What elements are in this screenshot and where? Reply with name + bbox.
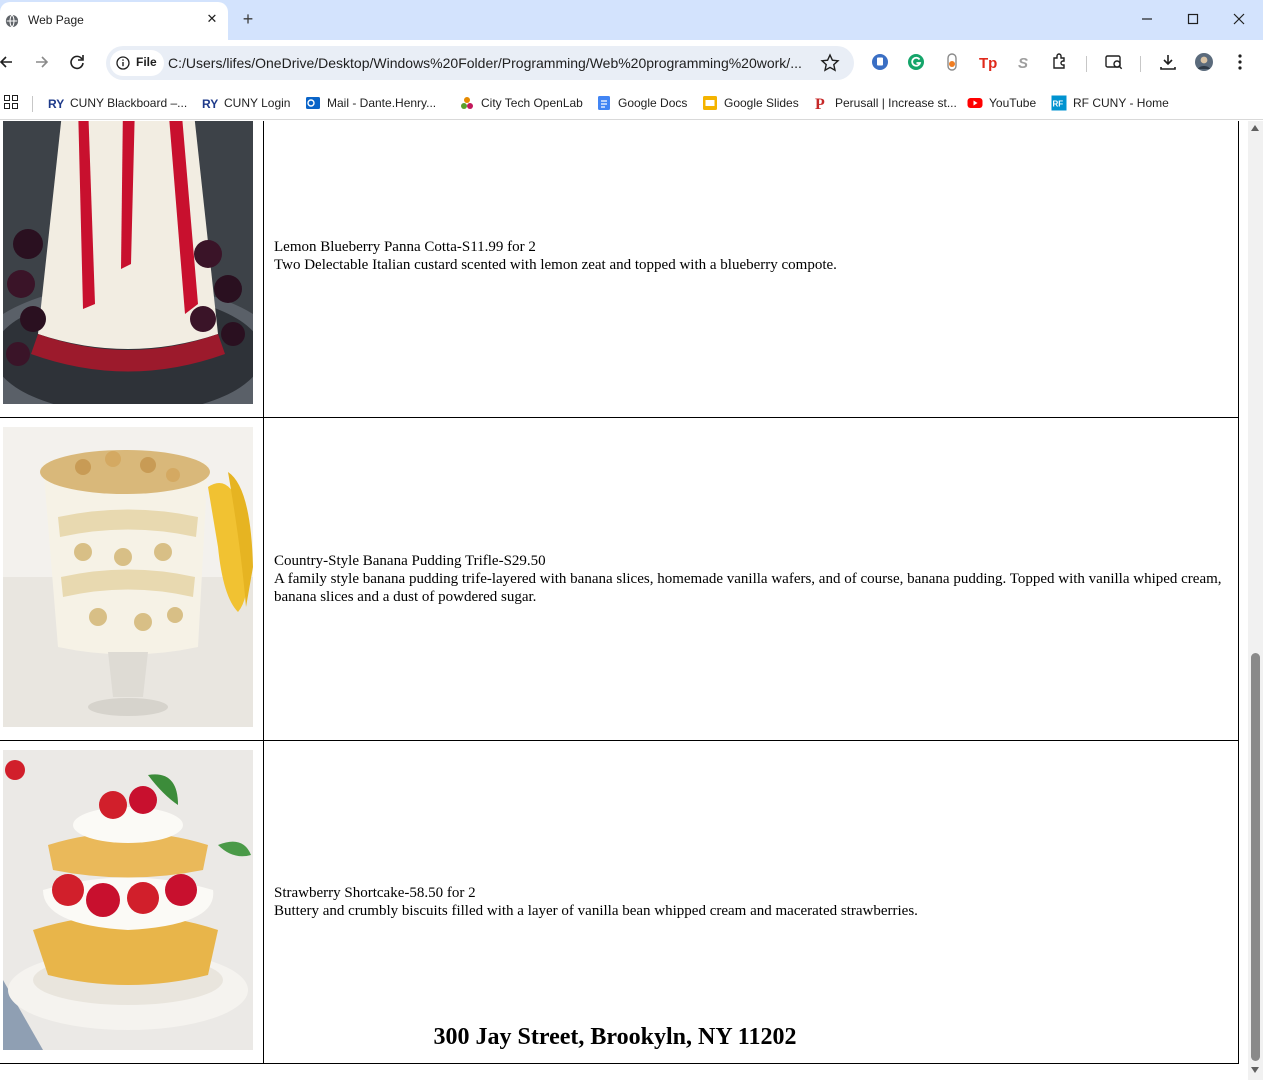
grammarly-icon[interactable] — [906, 52, 926, 72]
back-icon[interactable] — [0, 51, 18, 73]
toolbar-divider — [1140, 56, 1141, 72]
youtube-icon — [967, 97, 983, 108]
bookmark-label: YouTube — [989, 96, 1037, 110]
toolbar: File C:/Users/lifes/OneDrive/Desktop/Win… — [0, 40, 1263, 86]
bookmark-label: City Tech OpenLab — [481, 96, 583, 110]
table-row: Strawberry Shortcake-58.50 for 2 Buttery… — [0, 740, 1239, 1064]
panna-cotta-photo — [3, 121, 253, 404]
docs-icon — [598, 95, 610, 110]
openlab-icon — [461, 96, 473, 109]
rf-icon: RF — [1051, 95, 1067, 111]
cuny-icon: RY — [202, 97, 218, 111]
svg-text:RF: RF — [1053, 99, 1064, 108]
bookmark-label: Perusall | Increase st... — [835, 96, 957, 110]
slides-icon — [703, 95, 717, 110]
bookmark-cuny-blackboard[interactable]: RY CUNY Blackboard –... — [48, 93, 187, 113]
image-cell — [0, 417, 264, 741]
bookmark-openlab[interactable]: City Tech OpenLab — [459, 93, 583, 113]
file-scheme-label: File — [136, 55, 157, 69]
bookmark-label: Mail - Dante.Henry... — [327, 96, 437, 110]
tab-web-page[interactable]: Web Page ✕ — [0, 2, 228, 40]
menu-item-title: Strawberry Shortcake-58.50 for 2 — [274, 885, 476, 901]
menu-item-description: Buttery and crumbly biscuits filled with… — [274, 903, 918, 919]
page-viewport[interactable]: Lemon Blueberry Panna Cotta-S11.99 for 2… — [0, 121, 1248, 1080]
menu-item-title: Country-Style Banana Pudding Trifle-S29.… — [274, 553, 546, 569]
extension-s-icon[interactable]: S — [1014, 52, 1034, 72]
tab-strip: Web Page ✕ + — [0, 0, 1263, 40]
menu-item-description: Two Delectable Italian custard scented w… — [274, 257, 837, 273]
description-cell: Strawberry Shortcake-58.50 for 2 Buttery… — [263, 740, 1239, 1064]
bookmark-mail[interactable]: Mail - Dante.Henry... — [305, 93, 436, 113]
forward-icon[interactable] — [30, 51, 52, 73]
close-icon[interactable] — [1228, 8, 1250, 30]
download-icon[interactable] — [1158, 52, 1178, 72]
bookmark-google-slides[interactable]: Google Slides — [702, 93, 799, 113]
scroll-up-arrow-icon[interactable] — [1251, 125, 1259, 131]
bookmarks-bar: RY CUNY Blackboard –... RY CUNY Login Ma… — [0, 86, 1263, 120]
toolbar-divider — [1086, 56, 1087, 72]
svg-text:P: P — [815, 96, 825, 111]
cuny-icon: RY — [48, 97, 64, 111]
scrollbar-thumb[interactable] — [1251, 653, 1260, 1061]
extension-blue-icon[interactable] — [870, 52, 890, 72]
star-icon[interactable] — [820, 53, 840, 73]
site-info-chip[interactable]: File — [110, 50, 164, 76]
bookmark-perusall[interactable]: P Perusall | Increase st... — [813, 93, 957, 113]
description-cell: Lemon Blueberry Panna Cotta-S11.99 for 2… — [263, 121, 1239, 418]
footer-address: 300 Jay Street, Brookyln, NY 11202 — [433, 1024, 797, 1050]
scroll-down-arrow-icon[interactable] — [1251, 1067, 1259, 1073]
tab-title: Web Page — [28, 13, 84, 27]
dessert-menu-table: Lemon Blueberry Panna Cotta-S11.99 for 2… — [0, 121, 1239, 1064]
bookmark-label: RF CUNY - Home — [1073, 96, 1169, 110]
info-icon — [116, 56, 130, 70]
extension-orange-icon[interactable] — [942, 52, 962, 72]
profile-avatar[interactable] — [1194, 52, 1214, 72]
menu-icon[interactable] — [1230, 52, 1250, 72]
address-bar[interactable]: File C:/Users/lifes/OneDrive/Desktop/Win… — [106, 46, 854, 80]
outlook-icon — [306, 96, 320, 109]
svg-text:Tp: Tp — [979, 55, 997, 72]
apps-grid-icon[interactable] — [4, 95, 18, 109]
strawberry-shortcake-photo — [3, 750, 253, 1050]
url-text[interactable]: C:/Users/lifes/OneDrive/Desktop/Windows%… — [168, 55, 802, 71]
perusall-icon: P — [815, 96, 825, 111]
svg-text:RY: RY — [48, 97, 64, 111]
bookmark-youtube[interactable]: YouTube — [967, 93, 1036, 113]
image-cell — [0, 740, 264, 1064]
bookmarks-divider — [32, 96, 33, 112]
menu-item-title: Lemon Blueberry Panna Cotta-S11.99 for 2 — [274, 239, 536, 255]
image-cell — [0, 121, 264, 418]
reading-mode-icon[interactable] — [1104, 52, 1124, 72]
bookmark-label: CUNY Blackboard –... — [70, 96, 188, 110]
bookmark-cuny-login[interactable]: RY CUNY Login — [202, 93, 290, 113]
banana-pudding-photo — [3, 427, 253, 727]
bookmark-rf-cuny[interactable]: RF RF CUNY - Home — [1051, 93, 1169, 113]
table-row: Country-Style Banana Pudding Trifle-S29.… — [0, 417, 1239, 741]
minimize-icon[interactable] — [1136, 8, 1158, 30]
bookmark-google-docs[interactable]: Google Docs — [596, 93, 687, 113]
description-cell: Country-Style Banana Pudding Trifle-S29.… — [263, 417, 1239, 741]
globe-icon — [5, 14, 19, 28]
tp-icon[interactable]: Tp — [978, 52, 998, 72]
bookmark-label: Google Docs — [618, 96, 688, 110]
tab-close-icon[interactable]: ✕ — [204, 11, 220, 27]
svg-text:S: S — [1018, 55, 1028, 72]
bookmark-label: Google Slides — [724, 96, 799, 110]
reload-icon[interactable] — [66, 51, 88, 73]
menu-item-description: A family style banana pudding trife-laye… — [274, 571, 1222, 605]
table-row: Lemon Blueberry Panna Cotta-S11.99 for 2… — [0, 121, 1239, 418]
new-tab-button[interactable]: + — [238, 9, 258, 29]
maximize-icon[interactable] — [1182, 8, 1204, 30]
vertical-scrollbar[interactable] — [1248, 121, 1263, 1080]
bookmark-label: CUNY Login — [224, 96, 291, 110]
extension-icon[interactable] — [1050, 52, 1070, 72]
svg-text:RY: RY — [202, 97, 218, 111]
